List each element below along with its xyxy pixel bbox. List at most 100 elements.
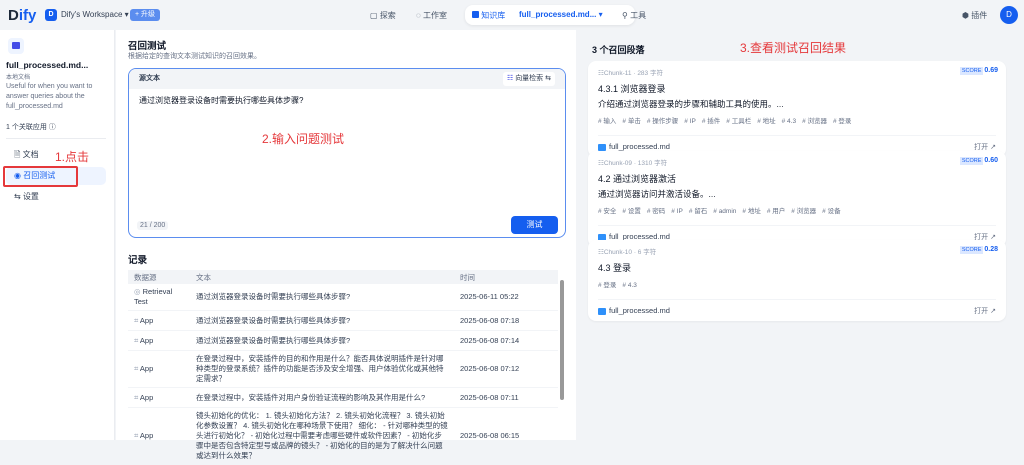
app-icon: ⌗ bbox=[134, 392, 139, 402]
file-name: full_processed.md bbox=[609, 306, 670, 315]
workspace-avatar: D bbox=[45, 9, 57, 21]
record-text: 通过浏览器登录设备时需要执行哪些具体步骤? bbox=[190, 284, 454, 311]
keyword-tag: # 留石 bbox=[688, 208, 708, 215]
linked-apps-label: 1 个关联应用 bbox=[6, 124, 47, 131]
result-card[interactable]: ☷Chunk-11 · 283 字符 SCORE 0.69 4.3.1 浏览器登录… bbox=[588, 61, 1006, 157]
chunk-id: Chunk-09 bbox=[603, 160, 633, 167]
result-card[interactable]: ☷Chunk-09 · 1310 字符 SCORE 0.60 4.2 通过浏览器激… bbox=[588, 151, 1006, 247]
record-source: ⌗ App bbox=[128, 350, 190, 388]
keyword-tag: # 地址 bbox=[757, 118, 776, 125]
open-label: 打开 bbox=[974, 308, 989, 315]
external-arrow-icon: ↗ bbox=[990, 308, 996, 315]
sidebar-item-settings[interactable]: ⇆ 设置 bbox=[6, 188, 106, 206]
table-row[interactable]: ⌗ App 镜头初始化的优化： 1. 镜头初始化方法？ 2. 镜头初始化流程？ 3… bbox=[128, 407, 558, 465]
score-value: 0.60 bbox=[984, 157, 998, 164]
keyword-tag-label: 设置 bbox=[627, 208, 641, 215]
page-title: 召回测试 bbox=[128, 41, 167, 52]
score-label: SCORE bbox=[959, 67, 984, 75]
chunk-id: Chunk-10 bbox=[603, 249, 633, 256]
column-time: 时间 bbox=[454, 270, 558, 284]
result-card[interactable]: ☷Chunk-10 · 6 字符 SCORE 0.28 4.3 登录 # 登录 # … bbox=[588, 240, 1006, 321]
chunk-description: 通过浏览器访问并激活设备。... bbox=[598, 189, 716, 199]
nav-label: 探索 bbox=[379, 11, 396, 20]
sidebar-item-label: 文档 bbox=[22, 150, 39, 159]
records-title: 记录 bbox=[128, 255, 148, 266]
nav-knowledge[interactable]: 知识库 bbox=[472, 10, 505, 21]
table-row[interactable]: ⌗ App 在登录过程中，安装插件的目的和作用是什么？能否具体说明插件是针对哪种类… bbox=[128, 350, 558, 388]
keyword-tag: # 登录 bbox=[598, 282, 617, 289]
table-row[interactable]: ⌗ App 通过浏览器登录设备时需要执行哪些具体步骤? 2025-06-08 07:… bbox=[128, 310, 558, 331]
dataset-selector[interactable]: full_processed.md... ▾ bbox=[519, 10, 603, 19]
keyword-tag-label: 安全 bbox=[603, 208, 617, 215]
keyword-tag-label: 设备 bbox=[827, 208, 841, 215]
file-name: full_processed.md bbox=[609, 142, 670, 151]
keyword-tag: # 设备 bbox=[822, 208, 841, 215]
char-max: 200 bbox=[153, 222, 166, 229]
table-row[interactable]: ⌗ App 通过浏览器登录设备时需要执行哪些具体步骤? 2025-06-08 07:… bbox=[128, 330, 558, 351]
table-header: 数据源 文本 时间 bbox=[128, 270, 558, 284]
keyword-tag-label: 4.3 bbox=[627, 282, 637, 289]
chunk-title: 4.3.1 浏览器登录 bbox=[598, 84, 666, 94]
keyword-tag-label: 登录 bbox=[603, 282, 617, 289]
score-badge: SCORE 0.60 bbox=[959, 157, 998, 165]
keyword-tag-label: 操作步骤 bbox=[652, 118, 679, 125]
chunk-meta: ☷Chunk-09 · 1310 字符 bbox=[598, 160, 668, 167]
upgrade-button[interactable]: + 升级 bbox=[130, 9, 161, 21]
nav-plugins[interactable]: ⬢ 插件 bbox=[962, 10, 987, 21]
chunk-chars: 1310 字符 bbox=[637, 160, 668, 167]
score-badge: SCORE 0.69 bbox=[959, 67, 998, 75]
top-bar: Dify D Dify's Workspace ▾ + 升级 ▢ 探索 ◌ 工作… bbox=[0, 0, 1024, 30]
nav-studio[interactable]: ◌ 工作室 bbox=[416, 10, 447, 21]
records-table: 数据源 文本 时间 ◎ Retrieval Test 通过浏览器登录设备时需要执行… bbox=[128, 270, 558, 465]
annotation-step2: 2.输入问题测试 bbox=[262, 132, 345, 146]
record-source: ⌗ App bbox=[128, 387, 190, 408]
open-link[interactable]: 打开 ↗ bbox=[974, 306, 996, 316]
record-text: 在登录过程中，安装插件的目的和作用是什么？能否具体说明插件是针对哪种类型的登录系… bbox=[190, 350, 454, 388]
nav-explore[interactable]: ▢ 探索 bbox=[370, 10, 396, 21]
test-button[interactable]: 测试 bbox=[511, 216, 558, 234]
record-text: 通过浏览器登录设备时需要执行哪些具体步骤? bbox=[190, 330, 454, 351]
keyword-tag-label: admin bbox=[718, 208, 737, 215]
card-footer: full_processed.md 打开 ↗ bbox=[598, 135, 996, 151]
workspace-selector[interactable]: Dify's Workspace ▾ bbox=[61, 10, 129, 19]
keyword-tag-label: 留石 bbox=[694, 208, 708, 215]
record-source-label: App bbox=[139, 335, 154, 345]
score-label: SCORE bbox=[959, 157, 984, 165]
sidebar: full_processed.md... 本地文档 Useful for whe… bbox=[0, 30, 115, 440]
table-scrollbar[interactable] bbox=[560, 280, 564, 400]
keyword-tags: # 登录 # 4.3 bbox=[598, 279, 996, 289]
keyword-tag: # 地址 bbox=[742, 208, 761, 215]
keyword-tag: # IP bbox=[684, 118, 696, 125]
dataset-type: 本地文档 bbox=[6, 75, 31, 81]
record-source: ⌗ App bbox=[128, 310, 190, 331]
keyword-tag: # 4.3 bbox=[622, 282, 637, 289]
open-label: 打开 bbox=[974, 144, 989, 151]
user-avatar[interactable]: D bbox=[1000, 6, 1018, 24]
annotation-step3: 3.查看测试召回结果 bbox=[740, 41, 847, 55]
retrieval-mode-button[interactable]: ☷ 向量检索 ⇆ bbox=[502, 72, 555, 86]
nav-tools[interactable]: ⚲ 工具 bbox=[622, 10, 646, 21]
app-icon: ⌗ bbox=[134, 335, 139, 345]
vector-icon: ☷ bbox=[506, 75, 514, 82]
markdown-file-icon bbox=[598, 143, 606, 151]
query-box: 源文本 ☷ 向量检索 ⇆ 通过浏览器登录设备时需要执行哪些具体步骤? 21 / … bbox=[128, 68, 566, 238]
app-icon: ⌗ bbox=[134, 431, 139, 440]
dataset-description: Useful for when you want to answer queri… bbox=[6, 83, 93, 110]
dify-logo[interactable]: Dify bbox=[8, 7, 36, 24]
nav-label: 插件 bbox=[971, 11, 988, 20]
chunk-title: 4.3 登录 bbox=[598, 263, 632, 273]
record-time: 2025-06-08 07:18 bbox=[454, 310, 558, 331]
keyword-tag: # 单击 bbox=[622, 118, 641, 125]
record-source: ⌗ App bbox=[128, 330, 190, 351]
chunk-title: 4.2 通过浏览器激活 bbox=[598, 174, 677, 184]
record-text: 在登录过程中，安装插件对用户身份验证流程的影响及其作用是什么? bbox=[190, 387, 454, 408]
keyword-tag-label: 4.3 bbox=[787, 118, 797, 125]
linked-apps[interactable]: 1 个关联应用 ⓘ bbox=[6, 122, 56, 132]
query-input[interactable]: 通过浏览器登录设备时需要执行哪些具体步骤? bbox=[129, 89, 565, 209]
keyword-tag-label: 工具栏 bbox=[731, 118, 752, 125]
table-row[interactable]: ⌗ App 在登录过程中，安装插件对用户身份验证流程的影响及其作用是什么? 2025… bbox=[128, 387, 558, 408]
keyword-tag: # 操作步骤 bbox=[646, 118, 679, 125]
table-row[interactable]: ◎ Retrieval Test 通过浏览器登录设备时需要执行哪些具体步骤? 202… bbox=[128, 284, 558, 311]
keyword-tags: # 输入 # 单击 # 操作步骤 # IP # 插件 # 工具栏 # 地址 # 4.3 # 浏览… bbox=[598, 115, 996, 125]
record-time: 2025-06-08 07:14 bbox=[454, 330, 558, 351]
